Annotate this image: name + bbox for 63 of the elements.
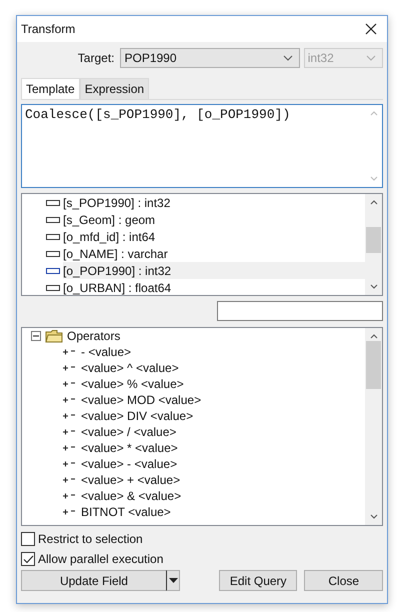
chevron-icon	[282, 55, 293, 61]
plus-minus-icon	[62, 444, 76, 452]
field-icon	[46, 284, 60, 290]
tree-item[interactable]: BITNOT <value>	[81, 505, 171, 519]
plus-minus-icon	[62, 460, 76, 468]
field-item[interactable]: [o_NAME] : varchar	[22, 245, 365, 262]
chevron-up-icon[interactable]	[370, 334, 378, 339]
tree-item[interactable]: <value> / <value>	[81, 425, 176, 439]
checkbox[interactable]	[21, 532, 35, 546]
scrollbar[interactable]	[365, 328, 382, 525]
tab[interactable]: Template	[21, 78, 80, 99]
checkbox[interactable]	[21, 552, 35, 566]
chevron-icon	[366, 55, 376, 61]
chevron-down-icon[interactable]	[370, 514, 378, 519]
field-icon	[46, 234, 60, 240]
tree-item[interactable]: <value> ^ <value>	[81, 361, 179, 375]
collapse-icon[interactable]	[31, 331, 41, 341]
tree-item[interactable]: <value> MOD <value>	[81, 393, 202, 407]
checkbox-label: Allow parallel execution	[38, 552, 164, 566]
edit-query-button[interactable]: Edit Query	[218, 570, 298, 591]
tree-item[interactable]: <value> & <value>	[81, 489, 182, 503]
field-item[interactable]: [s_Geom] : geom	[22, 211, 365, 228]
tree-item[interactable]: Operators	[67, 329, 120, 343]
field-item[interactable]: [o_mfd_id] : int64	[22, 228, 365, 245]
close-icon[interactable]	[365, 23, 377, 35]
field-item[interactable]: [s_POP1990] : int32	[22, 194, 365, 211]
plus-minus-icon	[62, 380, 76, 388]
expression-field[interactable]: Coalesce([s_POP1990], [o_POP1990])	[21, 104, 383, 188]
field-icon	[46, 216, 60, 222]
chevron-up-icon[interactable]	[370, 200, 378, 205]
caret-icon	[168, 578, 178, 583]
close-button[interactable]: Close	[304, 570, 383, 591]
scrollbar[interactable]	[365, 194, 382, 295]
field-icon	[46, 268, 60, 274]
scroll-thumb[interactable]	[366, 341, 381, 389]
tab[interactable]: Expression	[80, 78, 150, 99]
field-icon	[46, 250, 60, 256]
tree-item[interactable]: <value> + <value>	[81, 473, 180, 487]
plus-minus-icon	[62, 348, 76, 356]
plus-minus-icon	[62, 364, 76, 372]
checkbox-label: Restrict to selection	[38, 532, 143, 546]
search-field[interactable]	[217, 301, 383, 321]
plus-minus-icon	[62, 508, 76, 516]
tree-item[interactable]: <value> DIV <value>	[81, 409, 194, 423]
plus-minus-icon	[62, 412, 76, 420]
scroll-thumb[interactable]	[366, 227, 381, 253]
plus-minus-icon	[62, 492, 76, 500]
tree-item[interactable]: <value> - <value>	[81, 457, 178, 471]
plus-minus-icon	[62, 476, 76, 484]
update-field-button[interactable]: Update Field	[21, 570, 166, 591]
chevron-down-icon[interactable]	[370, 284, 378, 289]
tree-item[interactable]: <value> * <value>	[81, 441, 178, 455]
window-title: Transform	[21, 22, 76, 36]
dropdown-button[interactable]	[166, 570, 180, 591]
folder-icon	[45, 329, 63, 343]
target-label: Target:	[76, 51, 116, 65]
plus-minus-icon	[62, 396, 76, 404]
plus-minus-icon	[62, 428, 76, 436]
field-item[interactable]: [o_URBAN] : float64	[22, 279, 365, 295]
tree-item[interactable]: <value> % <value>	[81, 377, 184, 391]
tree-item[interactable]: - <value>	[81, 345, 132, 359]
field-icon	[46, 200, 60, 206]
target-dropdown[interactable]: POP1990	[120, 48, 300, 68]
